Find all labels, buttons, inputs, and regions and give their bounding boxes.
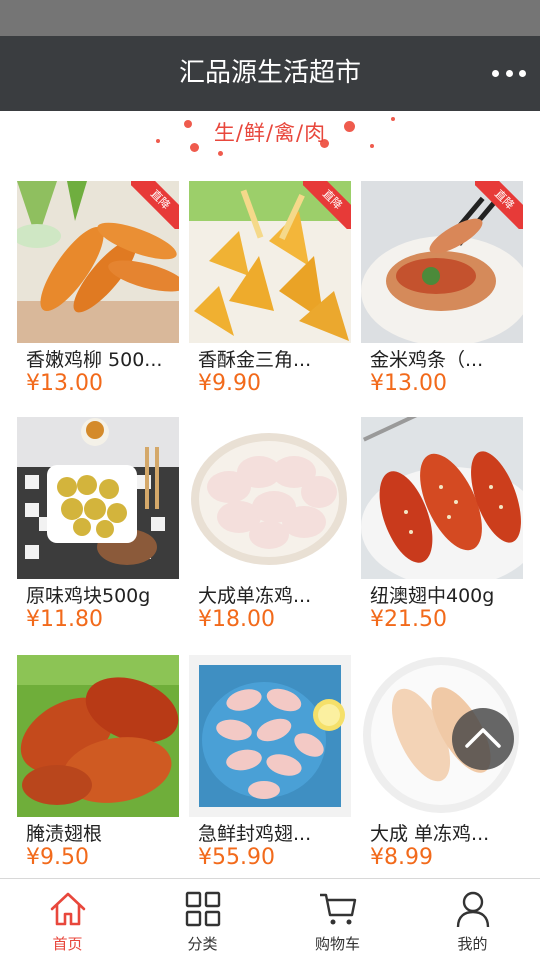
product-name: 原味鸡块500g: [26, 585, 151, 607]
discount-badge: 直降: [131, 181, 179, 229]
shopping-cart-icon: [320, 893, 357, 925]
product-name: 大成 单冻鸡...: [370, 823, 490, 845]
tab-category[interactable]: 分类: [135, 879, 270, 960]
product-name: 纽澳翅中400g: [370, 585, 495, 607]
chevron-up-icon: [465, 728, 501, 748]
tab-cart[interactable]: 购物车: [270, 879, 405, 960]
product-image: [189, 655, 351, 817]
product-name: 急鲜封鸡翅...: [198, 823, 312, 845]
app-header: 汇品源生活超市: [0, 36, 540, 111]
product-price: ¥8.99: [370, 845, 433, 870]
tab-label: 分类: [187, 935, 218, 953]
product-price: ¥9.50: [26, 845, 89, 870]
product-price: ¥18.00: [198, 607, 275, 632]
home-icon: [50, 892, 86, 926]
product-name: 腌渍翅根: [26, 823, 103, 845]
product-card[interactable]: 急鲜封鸡翅... ¥55.90: [189, 655, 351, 875]
product-price: ¥21.50: [370, 607, 447, 632]
product-price: ¥55.90: [198, 845, 275, 870]
tab-home[interactable]: 首页: [0, 879, 135, 960]
product-price: ¥9.90: [198, 371, 261, 396]
tab-label: 首页: [52, 935, 83, 953]
product-image: [189, 417, 351, 579]
product-image: [17, 417, 179, 579]
page-title: 汇品源生活超市: [178, 58, 361, 88]
bottom-tab-bar: 首页 分类 购物车 我的: [0, 878, 540, 960]
product-name: 大成单冻鸡...: [198, 585, 312, 607]
discount-badge: 直降: [475, 181, 523, 229]
decor-dot: [218, 151, 223, 156]
product-name: 金米鸡条（...: [370, 349, 484, 371]
product-card[interactable]: 原味鸡块500g ¥11.80: [17, 417, 179, 637]
product-price: ¥11.80: [26, 607, 103, 632]
category-title: 生/鲜/禽/肉: [213, 121, 327, 145]
tab-profile[interactable]: 我的: [405, 879, 540, 960]
user-profile-icon: [456, 891, 490, 928]
category-grid-icon: [185, 891, 221, 927]
product-card[interactable]: 腌渍翅根 ¥9.50: [17, 655, 179, 875]
product-card[interactable]: 纽澳翅中400g ¥21.50: [361, 417, 523, 637]
product-card[interactable]: 直降 香酥金三角... ¥9.90: [189, 181, 351, 401]
product-price: ¥13.00: [370, 371, 447, 396]
more-dots-icon[interactable]: [492, 58, 526, 88]
product-image: [361, 417, 523, 579]
status-bar: [0, 0, 540, 36]
product-card[interactable]: 直降 金米鸡条（... ¥13.00: [361, 181, 523, 401]
product-card[interactable]: 大成单冻鸡... ¥18.00: [189, 417, 351, 637]
product-name: 香嫩鸡柳 500...: [26, 349, 163, 371]
product-card[interactable]: 直降 香嫩鸡柳 500... ¥13.00: [17, 181, 179, 401]
category-banner: 生/鲜/禽/肉: [0, 111, 540, 171]
tab-label: 购物车: [314, 935, 360, 953]
product-name: 香酥金三角...: [198, 349, 312, 371]
scroll-to-top-button[interactable]: [452, 708, 514, 770]
product-image: [17, 655, 179, 817]
product-price: ¥13.00: [26, 371, 103, 396]
tab-label: 我的: [457, 935, 488, 953]
discount-badge: 直降: [303, 181, 351, 229]
